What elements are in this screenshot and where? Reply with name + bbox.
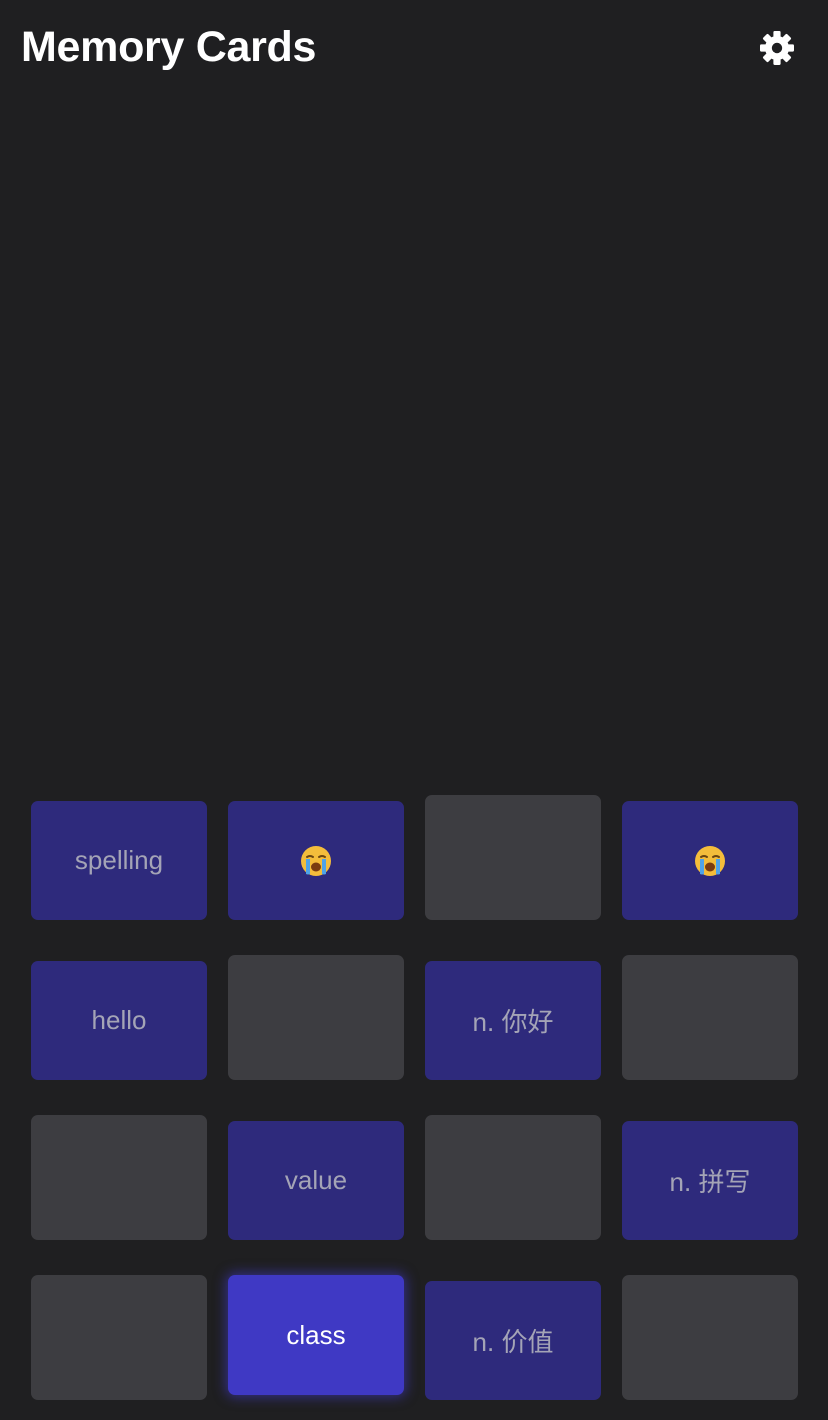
card-label: class <box>286 1319 346 1350</box>
loudly-crying-face-emoji-icon <box>693 844 727 878</box>
loudly-crying-face-emoji-icon <box>299 844 333 878</box>
memory-card-face-down[interactable] <box>31 1115 207 1240</box>
card-label: n. 拼写 <box>669 1167 751 1197</box>
memory-card[interactable]: value <box>228 1121 404 1240</box>
card-label: spelling <box>74 845 164 875</box>
memory-card[interactable]: n. 价值 <box>425 1281 601 1400</box>
memory-card-face-down[interactable] <box>622 1275 798 1400</box>
gear-icon <box>755 26 799 70</box>
app-header: Memory Cards <box>0 0 828 96</box>
settings-button[interactable] <box>755 26 799 70</box>
page-title: Memory Cards <box>21 23 317 71</box>
memory-card-selected[interactable]: class <box>228 1275 404 1395</box>
card-label: value <box>284 1165 348 1195</box>
memory-card-face-down[interactable] <box>622 955 798 1080</box>
memory-card[interactable]: n. 拼写 <box>622 1121 798 1240</box>
memory-card-face-down[interactable] <box>31 1275 207 1400</box>
memory-card[interactable]: n. 你好 <box>425 961 601 1080</box>
card-label: n. 你好 <box>472 1007 554 1037</box>
memory-card-face-down[interactable] <box>425 1115 601 1240</box>
card-label: n. 价值 <box>472 1327 554 1357</box>
memory-card[interactable]: spelling <box>31 801 207 920</box>
card-label: hello <box>91 1005 147 1035</box>
memory-card[interactable]: hello <box>31 961 207 1080</box>
memory-card-face-down[interactable] <box>425 795 601 920</box>
memory-card[interactable] <box>228 801 404 920</box>
memory-card-face-down[interactable] <box>228 955 404 1080</box>
memory-card[interactable] <box>622 801 798 920</box>
